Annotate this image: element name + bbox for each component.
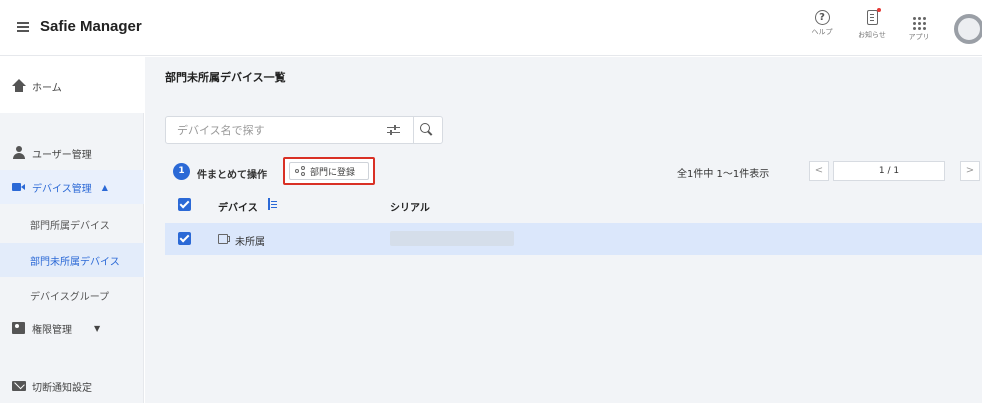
selected-count-badge: 1 — [173, 163, 190, 180]
next-page-button[interactable]: > — [960, 161, 980, 181]
menu-icon[interactable] — [17, 22, 29, 32]
search-divider — [413, 117, 414, 143]
avatar[interactable] — [954, 14, 982, 44]
filter-icon[interactable] — [387, 125, 400, 135]
register-to-department-button[interactable]: 部門に登録 — [289, 162, 369, 180]
row-checkbox[interactable] — [178, 232, 191, 245]
select-all-checkbox[interactable] — [178, 198, 191, 211]
sidebar: ホーム ユーザー管理 デバイス管理 ▲ 部門所属デバイス 部門未所属デバイス デ… — [0, 57, 144, 403]
sidebar-item-label: 権限管理 — [32, 324, 72, 336]
sidebar-item-label: デバイス管理 — [32, 183, 92, 195]
sidebar-item-assigned-devices[interactable]: 部門所属デバイス — [0, 207, 144, 241]
row-device-name: 未所属 — [235, 237, 265, 248]
sidebar-item-label: ホーム — [32, 82, 62, 94]
app-title[interactable]: Safie Manager — [40, 18, 142, 35]
sort-icon[interactable] — [268, 198, 277, 210]
camera-icon — [12, 180, 26, 194]
notice-dot — [876, 8, 881, 12]
page-title: 部門未所属デバイス一覧 — [165, 71, 286, 84]
user-icon — [12, 146, 26, 160]
home-icon — [12, 79, 26, 93]
sidebar-item-devices[interactable]: デバイス管理 ▲ — [0, 170, 144, 204]
apps-label: アプリ — [908, 33, 930, 41]
sidebar-item-device-groups[interactable]: デバイスグループ — [0, 278, 144, 312]
column-header-serial: シリアル — [390, 203, 430, 214]
chevron-up-icon: ▲ — [101, 182, 108, 192]
camera-outline-icon — [218, 233, 230, 244]
chevron-down-icon: ▼ — [94, 323, 101, 333]
search-input[interactable] — [166, 117, 376, 143]
main-content: 部門未所属デバイス一覧 1 件まとめて操作 部門に登録 全1件中 1〜1件表示 … — [145, 57, 982, 403]
apps-button[interactable]: アプリ — [899, 10, 939, 42]
top-header: Safie Manager ? ヘルプ お知らせ アプリ — [0, 0, 982, 56]
help-label: ヘルプ — [811, 28, 833, 36]
search-box — [165, 116, 443, 144]
share-icon — [295, 166, 307, 176]
sidebar-item-users[interactable]: ユーザー管理 — [0, 136, 144, 170]
pagination-info: 全1件中 1〜1件表示 — [677, 169, 770, 180]
sidebar-item-label: 部門所属デバイス — [30, 220, 110, 232]
sidebar-item-label: 切断通知設定 — [32, 382, 92, 394]
notices-label: お知らせ — [858, 31, 886, 39]
help-button[interactable]: ? ヘルプ — [802, 10, 842, 37]
apps-grid-icon — [912, 16, 926, 30]
notices-button[interactable]: お知らせ — [852, 8, 892, 40]
sidebar-item-label: 部門未所属デバイス — [30, 256, 120, 268]
sidebar-item-unassigned-devices[interactable]: 部門未所属デバイス — [0, 243, 144, 277]
sidebar-item-home[interactable]: ホーム — [0, 69, 144, 103]
prev-page-button[interactable]: < — [809, 161, 829, 181]
sidebar-item-label: デバイスグループ — [30, 291, 110, 303]
id-card-icon — [12, 321, 26, 335]
page-indicator: 1 / 1 — [833, 161, 945, 181]
sidebar-item-permissions[interactable]: 権限管理 ▼ — [0, 311, 144, 345]
search-icon[interactable] — [420, 123, 432, 135]
bulk-action-label: 件まとめて操作 — [197, 170, 267, 181]
help-icon: ? — [814, 10, 830, 25]
sidebar-item-disconnect-notify[interactable]: 切断通知設定 — [0, 369, 144, 403]
mail-icon — [12, 379, 26, 393]
register-highlight: 部門に登録 — [283, 157, 375, 185]
register-button-label: 部門に登録 — [310, 167, 356, 178]
notice-icon — [866, 8, 881, 25]
sidebar-item-label: ユーザー管理 — [32, 149, 92, 161]
serial-redacted — [390, 231, 514, 246]
column-header-device[interactable]: デバイス — [218, 199, 258, 214]
table-row[interactable] — [165, 223, 982, 255]
